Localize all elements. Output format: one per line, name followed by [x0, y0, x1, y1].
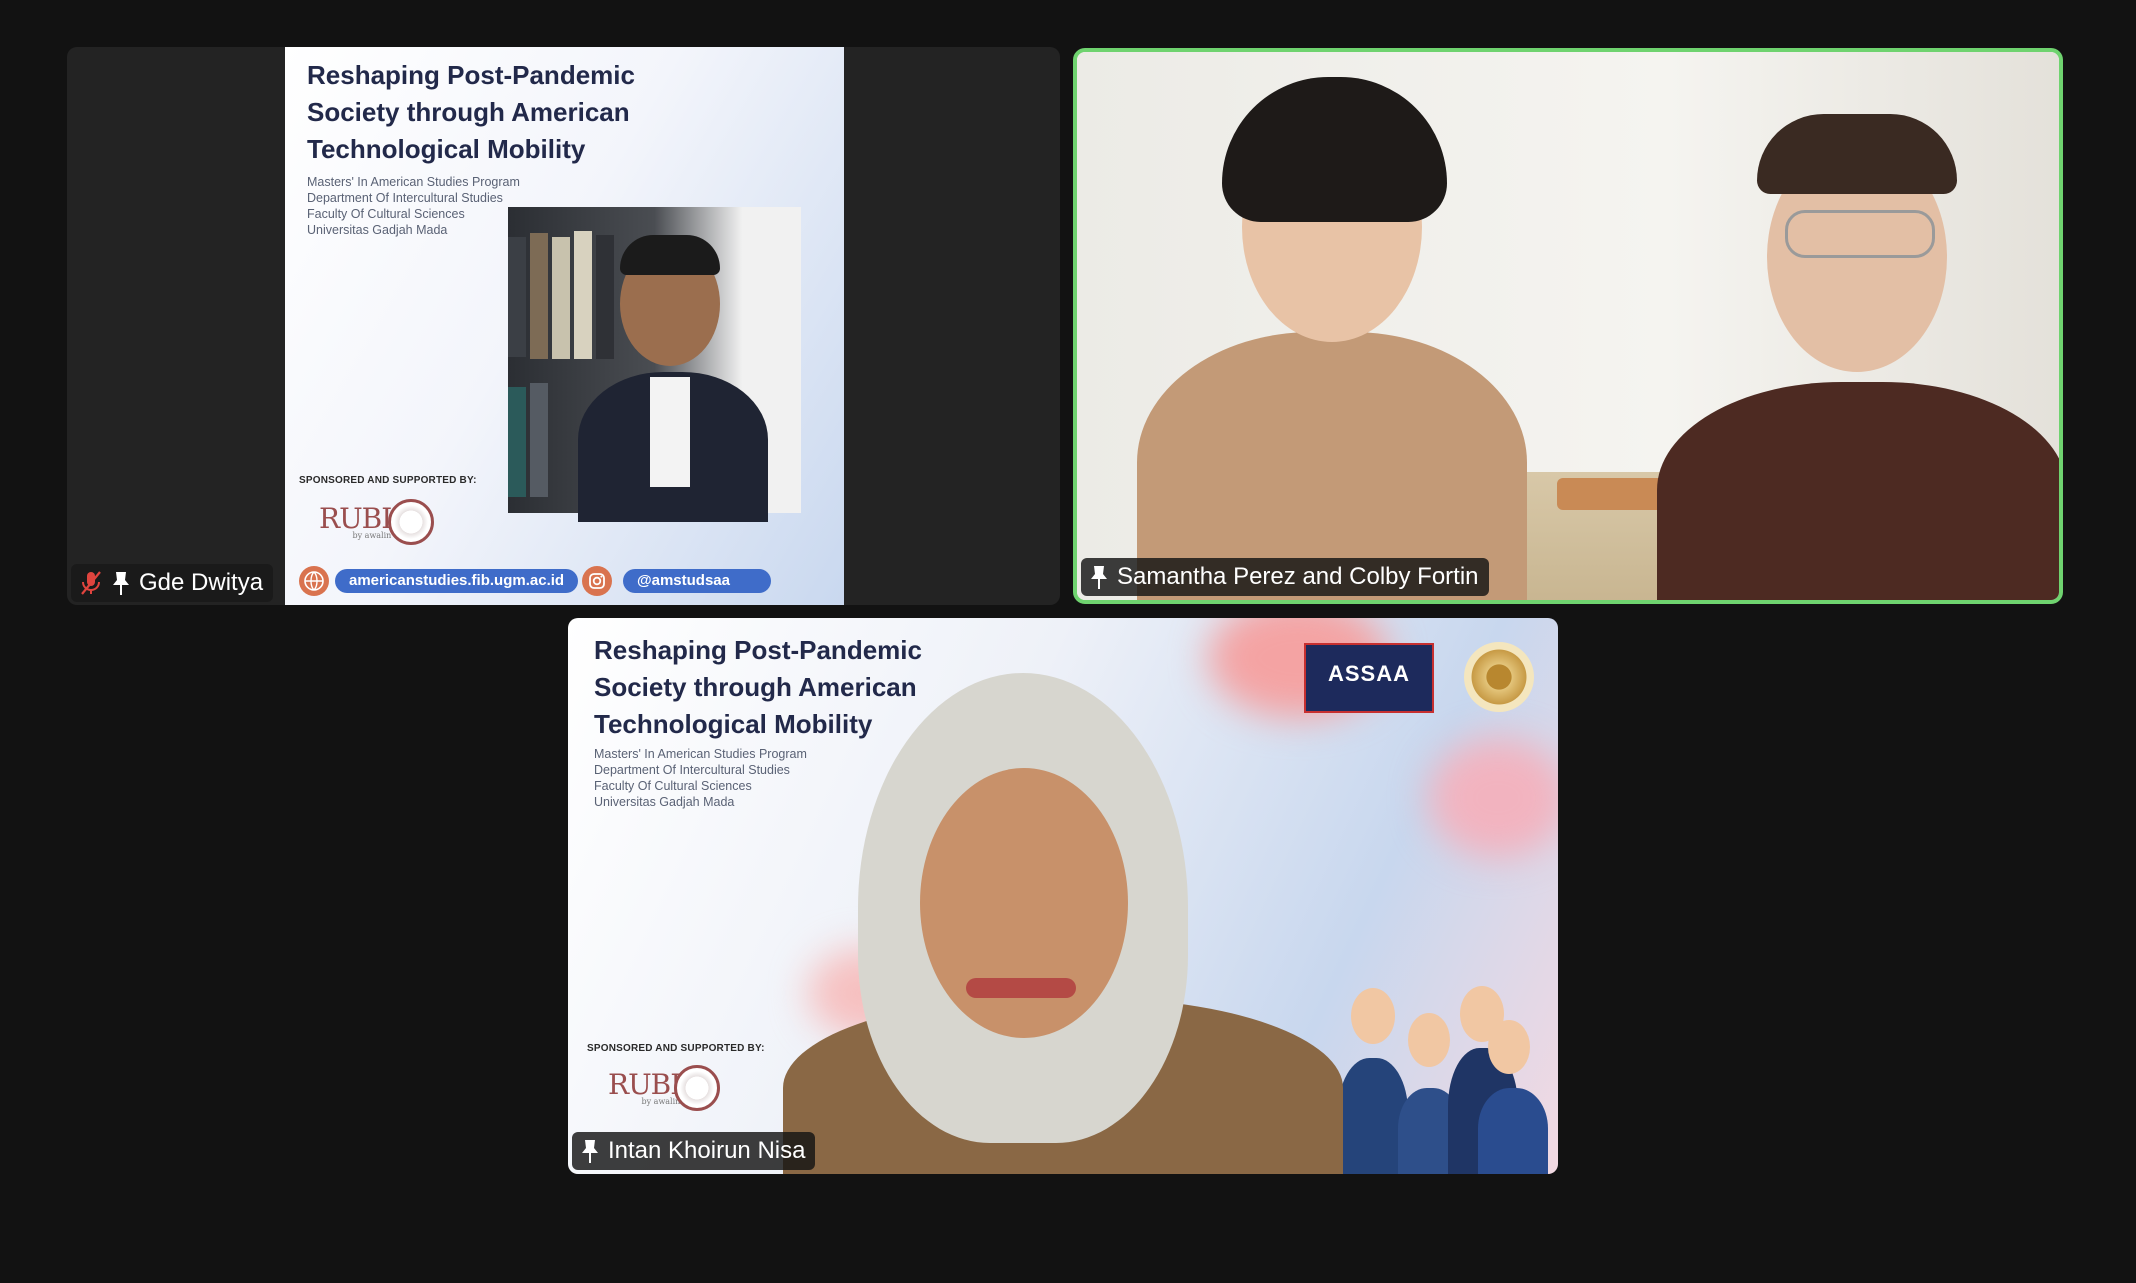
instagram-pill: @amstudsaa: [623, 569, 771, 593]
participant-name-label: Samantha Perez and Colby Fortin: [1081, 558, 1489, 596]
video-tile-gde-dwitya[interactable]: Reshaping Post-Pandemic Society through …: [67, 47, 1060, 605]
participant-name: Intan Khoirun Nisa: [608, 1137, 806, 1164]
participant-name: Gde Dwitya: [139, 569, 264, 596]
slide-title: Reshaping Post-Pandemic Society through …: [307, 60, 635, 164]
ugm-seal-logo: [1464, 642, 1534, 712]
slide-subtitle: Masters' In American Studies Program Dep…: [307, 175, 520, 237]
speaker-photo: [508, 207, 801, 522]
rubi-logo: RUBI by awalin: [608, 1068, 681, 1106]
assaa-logo: ASSAA: [1304, 643, 1434, 713]
microphone-muted-icon: [79, 569, 103, 597]
pin-icon: [580, 1138, 600, 1164]
glasses: [1785, 210, 1935, 258]
video-tile-samantha-colby[interactable]: Samantha Perez and Colby Fortin: [1073, 48, 2063, 604]
person-right-hair: [1757, 114, 1957, 194]
slide-subtitle: Masters' In American Studies Program Dep…: [594, 747, 807, 809]
instagram-icon: [582, 566, 612, 596]
website-pill: americanstudies.fib.ugm.ac.id: [335, 569, 579, 593]
participant-name-label: Intan Khoirun Nisa: [572, 1132, 816, 1170]
pin-icon: [111, 570, 131, 596]
rubi-logo: RUBI by awalin: [319, 502, 392, 540]
participant-name-label: Gde Dwitya: [71, 564, 274, 602]
participant-name: Samantha Perez and Colby Fortin: [1117, 563, 1479, 590]
pin-icon: [1089, 564, 1109, 590]
assaa-seal: [674, 1065, 720, 1111]
sponsor-label: SPONSORED AND SUPPORTED BY:: [299, 475, 477, 486]
person-right: [1657, 382, 2059, 600]
globe-icon: [299, 566, 329, 596]
sponsor-label: SPONSORED AND SUPPORTED BY:: [587, 1043, 765, 1054]
slide-title: Reshaping Post-Pandemic Society through …: [594, 635, 922, 739]
virtual-background-slide: Reshaping Post-Pandemic Society through …: [568, 618, 1558, 1174]
assaa-seal: [388, 499, 434, 545]
shared-slide: Reshaping Post-Pandemic Society through …: [285, 47, 844, 605]
video-tile-intan-khoirun-nisa[interactable]: Reshaping Post-Pandemic Society through …: [568, 618, 1558, 1174]
